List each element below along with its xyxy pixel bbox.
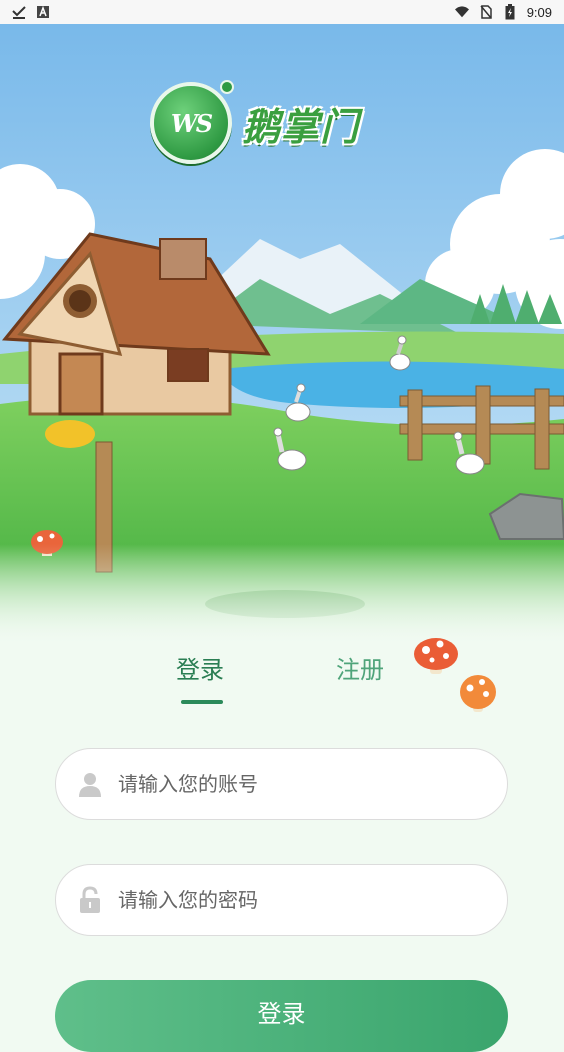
status-left bbox=[12, 5, 50, 19]
wifi-icon bbox=[454, 5, 469, 19]
no-sim-icon bbox=[479, 5, 493, 19]
status-time: 9:09 bbox=[526, 4, 552, 20]
logo-text: 鹅掌门 bbox=[242, 104, 360, 149]
tab-login[interactable]: 登录 bbox=[176, 650, 224, 685]
tab-register[interactable]: 注册 bbox=[336, 650, 384, 685]
logo-badge: WS bbox=[150, 80, 234, 164]
mushroom-icon bbox=[460, 675, 496, 712]
status-right: 9:09 bbox=[454, 4, 552, 20]
password-field[interactable] bbox=[55, 864, 508, 936]
account-input[interactable] bbox=[116, 771, 480, 797]
account-field[interactable] bbox=[55, 748, 508, 820]
user-icon bbox=[78, 770, 102, 798]
tab-active-indicator bbox=[181, 700, 223, 704]
logo-badge-text: WS bbox=[170, 108, 213, 138]
login-button[interactable]: 登录 bbox=[55, 980, 508, 1052]
status-bar: 9:09 bbox=[0, 0, 564, 24]
battery-icon bbox=[503, 4, 517, 20]
app-logo: WS 鹅掌门 bbox=[150, 80, 360, 164]
a-box-icon bbox=[36, 5, 50, 19]
lock-icon bbox=[78, 886, 102, 914]
password-input[interactable] bbox=[116, 887, 480, 913]
check-download-icon bbox=[12, 5, 26, 19]
mushroom-icon bbox=[414, 638, 458, 674]
